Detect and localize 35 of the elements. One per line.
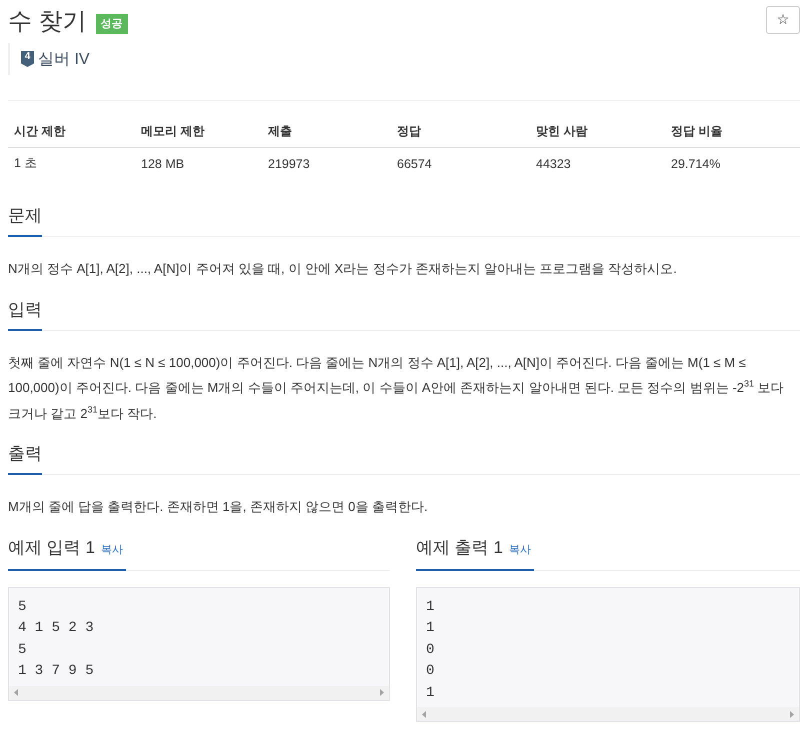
tier-badge: 4 bbox=[21, 51, 34, 67]
scroll-right-icon[interactable] bbox=[380, 689, 384, 696]
scroll-left-icon[interactable] bbox=[422, 710, 426, 718]
sample-code-text: 5 4 1 5 2 3 5 1 3 7 9 5 bbox=[17, 598, 95, 681]
table-header-cell: 정답 비율 bbox=[665, 115, 800, 148]
table-header-cell: 정답 bbox=[391, 115, 530, 148]
table-cell-text: 219973 bbox=[267, 156, 311, 172]
copy-link[interactable]: 복사 bbox=[508, 538, 531, 562]
table-header-cell: 맞힌 사람 bbox=[530, 115, 665, 148]
table-header-cell: 제출 bbox=[262, 115, 391, 148]
horizontal-scrollbar[interactable] bbox=[417, 707, 799, 721]
table-header-cell: 시간 제한 bbox=[8, 115, 135, 148]
table-cell-text: 44323 bbox=[535, 156, 572, 172]
section-text: N개의 정수 A[1], A[2], ..., A[N]이 주어져 있을 때, 이 안에 X라는 정수가 존재하는지 알아내는 프로그램을 작성하시오. bbox=[8, 260, 678, 278]
scroll-right-icon[interactable] bbox=[790, 710, 794, 718]
section-text: M개의 줄에 답을 출력한다. 존재하면 1을, 존재하지 않으면 0을 출력한다. bbox=[8, 498, 429, 516]
horizontal-scrollbar[interactable] bbox=[9, 686, 389, 700]
result-badge: 성공 bbox=[96, 14, 128, 34]
section-heading: 문제 bbox=[8, 204, 42, 237]
table-cell-text: 1 초 bbox=[13, 155, 38, 172]
section-heading: 출력 bbox=[8, 442, 42, 475]
sample-heading: 예제 출력 1 bbox=[416, 536, 503, 558]
copy-link[interactable]: 복사 bbox=[100, 538, 123, 562]
sample-code-text: 1 1 0 0 1 bbox=[425, 598, 436, 702]
section-heading: 입력 bbox=[8, 298, 42, 330]
scroll-left-icon[interactable] bbox=[14, 689, 18, 696]
problem-title: 수 찾기 bbox=[8, 7, 87, 37]
table-header-cell: 메모리 제한 bbox=[135, 115, 262, 148]
table-cell-text: 29.714% bbox=[670, 156, 722, 172]
table-cell-text: 128 MB bbox=[140, 156, 186, 172]
sample-heading: 예제 입력 1 bbox=[8, 536, 95, 558]
table-cell-text: 66574 bbox=[396, 156, 433, 172]
section-text: 첫째 줄에 자연수 N(1 ≤ N ≤ 100,000)이 주어진다. 다음 줄에는 N개의 정수 A[1], A[2], ..., A[N]이 주어진다. 다음 줄에는 M(1 ≤ M ≤ 100,000)이 주어진다. 다음 줄에는 M개의 수들이 주어지는데, 이 수들이 A안에 존재하는지 알아내면 된다. 모든 정수의 범위는 -2$^{31}$ 보다 크거나 같고 2$^{31}$보다 작다. bbox=[8, 354, 785, 422]
favorite-button[interactable]: ☆ bbox=[766, 6, 800, 34]
tier-label: 실버 IV bbox=[38, 50, 90, 70]
